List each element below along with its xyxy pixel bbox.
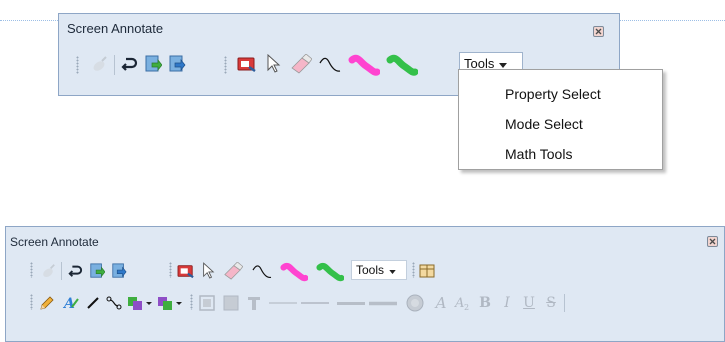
- toolbar-grip-2[interactable]: [169, 262, 172, 278]
- stylus-icon[interactable]: [89, 52, 109, 76]
- thick-line-icon[interactable]: [336, 291, 366, 315]
- toolbar-grip-3[interactable]: [412, 262, 415, 278]
- connector-icon[interactable]: [104, 291, 124, 315]
- medium-line-icon[interactable]: [300, 291, 330, 315]
- text-color-icon[interactable]: A: [61, 291, 81, 315]
- import-icon[interactable]: [166, 52, 188, 76]
- thin-line-icon[interactable]: [268, 291, 298, 315]
- subscript-icon[interactable]: A2: [453, 291, 473, 315]
- guide-line-left: [0, 20, 58, 21]
- eraser-icon[interactable]: [220, 259, 244, 283]
- green-highlighter-icon[interactable]: [314, 259, 346, 283]
- tools-dropdown-button[interactable]: Tools: [351, 260, 407, 280]
- pink-highlighter-icon[interactable]: [347, 52, 381, 76]
- toolbar-grip-2[interactable]: [190, 294, 193, 310]
- screen-annotate-window-bottom: Screen Annotate Tools A A A 2 B I U S: [5, 226, 725, 342]
- window-title: Screen Annotate: [67, 21, 164, 36]
- toolbar-grip[interactable]: [76, 56, 79, 74]
- export-icon[interactable]: [142, 52, 164, 76]
- text-tool-icon[interactable]: [244, 291, 264, 315]
- toolbar-grip[interactable]: [30, 294, 33, 310]
- pencil-icon[interactable]: [37, 291, 57, 315]
- toolbar-grip[interactable]: [30, 262, 33, 278]
- arrow-pointer-icon[interactable]: [198, 259, 218, 283]
- bold-icon[interactable]: B: [475, 291, 495, 315]
- svg-text:A: A: [454, 296, 464, 311]
- screen-capture-icon[interactable]: [176, 259, 196, 283]
- circle-icon[interactable]: [403, 291, 427, 315]
- pen-stroke-icon[interactable]: [317, 52, 343, 76]
- green-highlighter-icon[interactable]: [385, 52, 419, 76]
- svg-text:2: 2: [464, 303, 469, 311]
- undo-icon[interactable]: [65, 259, 85, 283]
- pen-stroke-icon[interactable]: [250, 259, 274, 283]
- tools-dropdown-menu: Property Select Mode Select Math Tools: [458, 69, 663, 170]
- menu-item-math-tools[interactable]: Math Tools: [505, 146, 572, 162]
- underline-icon[interactable]: U: [519, 291, 539, 315]
- close-icon[interactable]: [707, 236, 718, 247]
- italic-a-icon[interactable]: A: [431, 291, 451, 315]
- toolbar-end-separator: [564, 294, 565, 312]
- italic-icon[interactable]: I: [497, 291, 517, 315]
- eraser-icon[interactable]: [287, 52, 313, 76]
- toolbar-grip-2[interactable]: [224, 56, 227, 74]
- frame-icon[interactable]: [196, 291, 218, 315]
- svg-text:A: A: [62, 296, 75, 311]
- screen-capture-icon[interactable]: [236, 52, 258, 76]
- toolbar-separator: [114, 55, 115, 75]
- undo-icon[interactable]: [118, 52, 140, 76]
- stylus-icon[interactable]: [39, 259, 57, 283]
- panel-icon[interactable]: [417, 259, 437, 283]
- format-toolbar: A A A 2 B I U S: [6, 291, 686, 317]
- export-icon[interactable]: [87, 259, 107, 283]
- fill-box-icon[interactable]: [220, 291, 242, 315]
- menu-item-mode-select[interactable]: Mode Select: [505, 116, 583, 132]
- menu-item-property-select[interactable]: Property Select: [505, 86, 601, 102]
- border-color-icon[interactable]: [156, 291, 184, 315]
- annotation-toolbar: Tools: [6, 259, 486, 285]
- strikethrough-icon[interactable]: S: [541, 291, 561, 315]
- pink-highlighter-icon[interactable]: [278, 259, 310, 283]
- toolbar-separator: [61, 262, 62, 280]
- arrow-pointer-icon[interactable]: [262, 52, 284, 76]
- tools-button-label: Tools: [356, 263, 385, 277]
- double-line-icon[interactable]: [368, 291, 398, 315]
- window-title: Screen Annotate: [10, 235, 99, 249]
- guide-line-right: [620, 20, 725, 21]
- fill-color-icon[interactable]: [126, 291, 154, 315]
- import-icon[interactable]: [109, 259, 129, 283]
- chevron-down-icon: [389, 263, 396, 277]
- line-icon[interactable]: [83, 291, 103, 315]
- close-icon[interactable]: [593, 26, 604, 37]
